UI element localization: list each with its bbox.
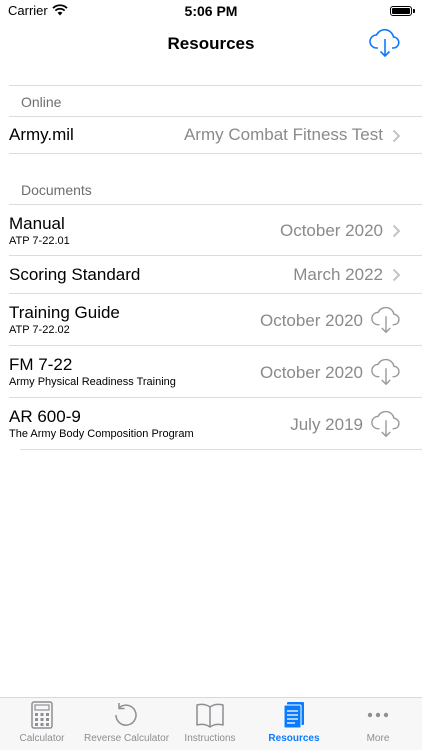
tab-label: Calculator <box>19 733 65 744</box>
section-header-documents: Documents <box>21 182 92 198</box>
row-army-mil[interactable]: Army.mil Army Combat Fitness Test <box>0 117 422 153</box>
clock: 5:06 PM <box>184 3 238 19</box>
navigation-bar: Resources <box>0 26 422 64</box>
tab-instructions[interactable]: Instructions <box>168 698 252 750</box>
calculator-icon <box>31 701 53 729</box>
row-subtitle: ATP 7-22.02 <box>9 324 70 336</box>
row-value: March 2022 <box>293 265 383 284</box>
row-value: July 2019 <box>290 415 363 434</box>
tab-bar: Calculator Reverse Calculator Instructio… <box>0 697 422 750</box>
tab-label: More <box>366 733 390 744</box>
row-title: Army.mil <box>9 125 74 144</box>
row-manual[interactable]: Manual ATP 7-22.01 October 2020 <box>0 205 422 255</box>
tab-label: Reverse Calculator <box>84 733 170 744</box>
row-fm-7-22[interactable]: FM 7-22 Army Physical Readiness Training… <box>0 346 422 397</box>
divider <box>20 449 422 450</box>
row-value: October 2020 <box>279 221 383 240</box>
row-title: Scoring Standard <box>9 265 141 284</box>
row-title: AR 600-9 <box>9 407 81 426</box>
divider <box>9 153 422 154</box>
row-value: October 2020 <box>259 311 363 330</box>
section-header-online: Online <box>21 94 62 110</box>
ellipsis-icon <box>367 712 389 718</box>
tab-calculator[interactable]: Calculator <box>0 698 84 750</box>
page-title: Resources <box>167 34 255 53</box>
cloud-download-icon[interactable] <box>370 356 402 388</box>
row-title: Training Guide <box>9 303 120 322</box>
document-icon <box>283 702 304 729</box>
tab-label: Resources <box>268 733 320 744</box>
cloud-download-icon[interactable] <box>368 26 402 60</box>
chevron-right-icon <box>392 129 401 143</box>
tab-resources[interactable]: Resources <box>252 698 336 750</box>
chevron-right-icon <box>392 224 401 238</box>
cloud-download-icon[interactable] <box>370 408 402 440</box>
divider <box>9 85 422 86</box>
cloud-download-icon[interactable] <box>370 304 402 336</box>
chevron-right-icon <box>392 268 401 282</box>
row-ar-600-9[interactable]: AR 600-9 The Army Body Composition Progr… <box>0 398 422 449</box>
tab-more[interactable]: More <box>336 698 420 750</box>
rewind-arrow-icon <box>115 703 137 726</box>
row-title: Manual <box>9 214 65 233</box>
row-subtitle: Army Physical Readiness Training <box>9 376 176 388</box>
battery-icon <box>390 6 415 16</box>
status-bar: Carrier 5:06 PM <box>0 0 422 26</box>
tab-label: Instructions <box>184 733 236 744</box>
row-scoring-standard[interactable]: Scoring Standard March 2022 <box>0 256 422 293</box>
tab-reverse-calculator[interactable]: Reverse Calculator <box>84 698 170 750</box>
row-training-guide[interactable]: Training Guide ATP 7-22.02 October 2020 <box>0 294 422 345</box>
book-icon <box>196 703 224 728</box>
row-subtitle: ATP 7-22.01 <box>9 235 70 247</box>
row-value: October 2020 <box>259 363 363 382</box>
row-title: FM 7-22 <box>9 355 73 374</box>
row-value: Army Combat Fitness Test <box>183 125 383 144</box>
row-subtitle: The Army Body Composition Program <box>9 428 194 440</box>
